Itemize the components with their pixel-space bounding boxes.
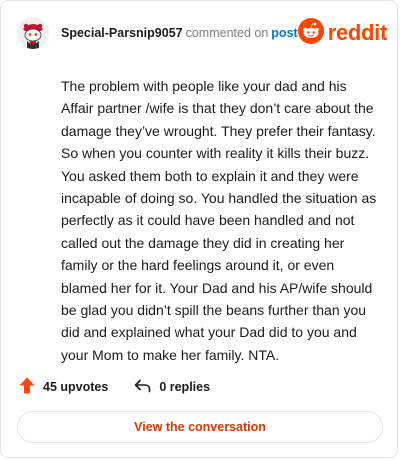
reply-arrow-icon — [134, 379, 151, 396]
reddit-alien-icon — [297, 17, 324, 49]
username[interactable]: Special-Parsnip9057 — [61, 26, 183, 40]
snoo-avatar-icon[interactable] — [17, 17, 49, 49]
post-link[interactable]: post — [271, 26, 297, 40]
upvote-count: 45 upvotes — [43, 380, 109, 394]
reply-button[interactable]: 0 replies — [134, 379, 210, 396]
reply-count: 0 replies — [159, 380, 211, 394]
comment-meta: Special-Parsnip9057 commented on post — [61, 26, 298, 40]
view-conversation-button[interactable]: View the conversation — [17, 411, 383, 443]
comment-body: The problem with people like your dad an… — [61, 78, 377, 363]
upvote-arrow-icon — [19, 377, 35, 397]
upvote-button[interactable]: 45 upvotes — [19, 377, 108, 397]
reddit-brand[interactable]: reddit — [297, 17, 388, 49]
commented-on-text: commented on — [185, 26, 269, 40]
comment-actions: 45 upvotes 0 replies — [19, 377, 210, 397]
comment-header: Special-Parsnip9057 commented on post redd… — [17, 15, 387, 51]
reddit-wordmark: reddit — [327, 20, 388, 45]
comment-card: Special-Parsnip9057 commented on post redd… — [0, 0, 398, 458]
